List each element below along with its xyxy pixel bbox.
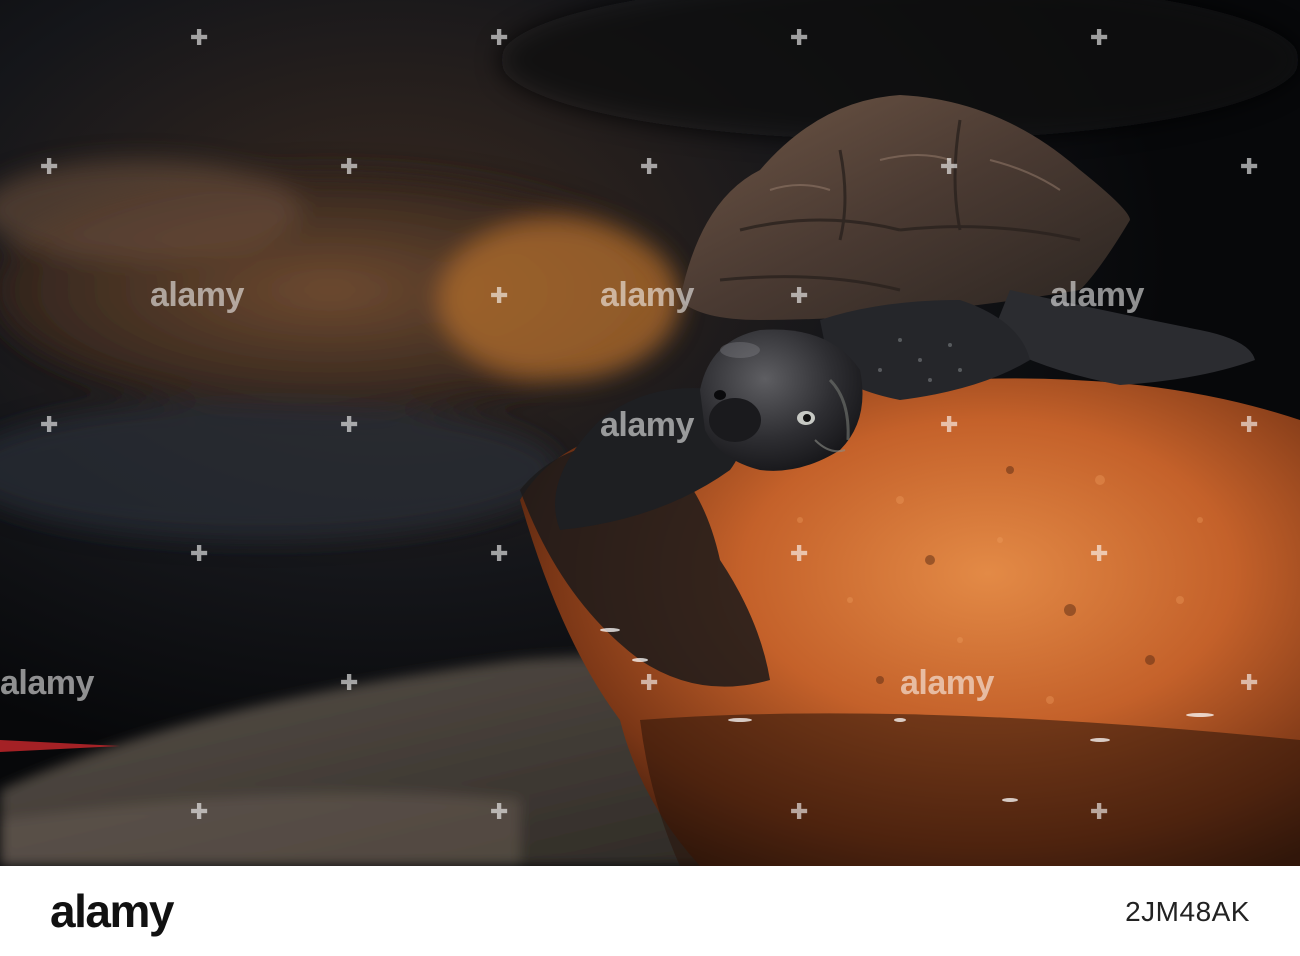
image-id: 2JM48AK — [1125, 896, 1250, 927]
watermark-text: alamy — [1050, 276, 1144, 314]
watermark-plus-icon: ✚ — [790, 542, 809, 567]
watermark-plus-icon: ✚ — [340, 155, 359, 180]
watermark-text: alamy — [900, 664, 994, 702]
alamy-logo: alamy — [50, 885, 174, 937]
watermark-text: alamy — [600, 406, 694, 444]
watermark-plus-icon: ✚ — [490, 284, 509, 309]
watermark-plus-icon: ✚ — [790, 800, 809, 825]
watermark-plus-icon: ✚ — [640, 671, 659, 696]
photo: alamy alamy alamy alamy alamy alamy ✚ ✚ … — [0, 0, 1300, 866]
watermark-plus-icon: ✚ — [1090, 800, 1109, 825]
watermark-text: alamy — [0, 664, 94, 702]
watermark-plus-icon: ✚ — [1240, 413, 1259, 438]
watermark-plus-icon: ✚ — [190, 542, 209, 567]
watermark-plus-icon: ✚ — [340, 413, 359, 438]
watermark-plus-icon: ✚ — [190, 800, 209, 825]
watermark-plus-icon: ✚ — [490, 800, 509, 825]
watermark-text: alamy — [150, 276, 244, 314]
watermark-plus-icon: ✚ — [490, 542, 509, 567]
watermark-row: alamy alamy alamy — [0, 276, 1300, 316]
watermark-plus-icon: ✚ — [1240, 671, 1259, 696]
watermark-plus-icon: ✚ — [40, 413, 59, 438]
watermark-plus-icon: ✚ — [790, 284, 809, 309]
watermark-plus-icon: ✚ — [40, 155, 59, 180]
watermark-plus-icon: ✚ — [940, 413, 959, 438]
watermark-plus-icon: ✚ — [1090, 26, 1109, 51]
watermark-plus-icon: ✚ — [640, 155, 659, 180]
watermark-plus-icon: ✚ — [340, 671, 359, 696]
watermark-plus-icon: ✚ — [1240, 155, 1259, 180]
watermark-plus-icon: ✚ — [190, 26, 209, 51]
watermark-plus-icon: ✚ — [490, 26, 509, 51]
watermark-text: alamy — [600, 276, 694, 314]
watermark-plus-icon: ✚ — [790, 26, 809, 51]
watermark-row: alamy — [0, 406, 1300, 446]
footer-bar: alamy 2JM48AK — [0, 866, 1300, 956]
watermark-plus-icon: ✚ — [940, 155, 959, 180]
watermark-plus-icon: ✚ — [1090, 542, 1109, 567]
